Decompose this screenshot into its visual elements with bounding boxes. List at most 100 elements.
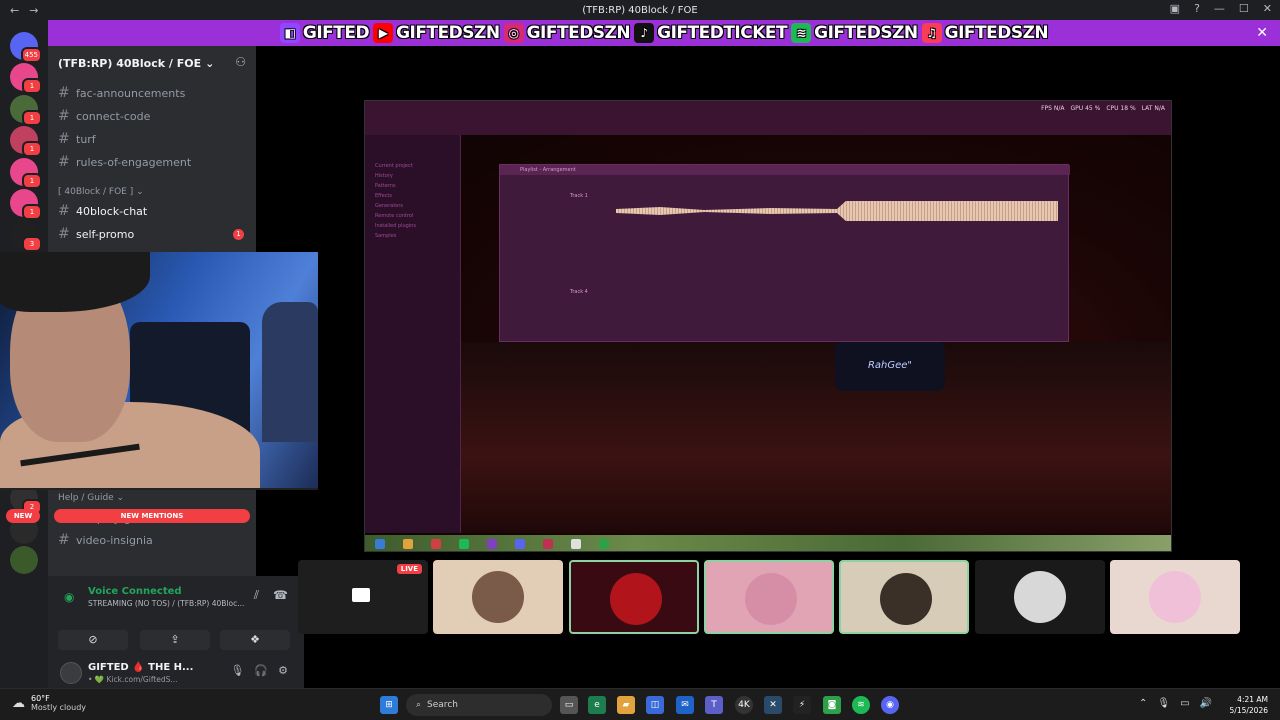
display-icon[interactable]: ▭ — [1180, 698, 1189, 709]
chevron-up-icon[interactable]: ⌃ — [1139, 698, 1147, 709]
game-icon[interactable]: ◙ — [823, 696, 841, 714]
banner-segment[interactable]: ♫ GIFTEDSZN — [921, 23, 1049, 43]
task-view-icon[interactable]: ▭ — [560, 696, 578, 714]
weather-widget[interactable]: ☁ 60°F Mostly cloudy — [12, 694, 86, 712]
channel-name: self-promo — [76, 227, 135, 241]
camera-off-button[interactable]: ⊘ — [58, 630, 128, 650]
channel-item[interactable]: # turf — [58, 129, 248, 149]
browser-item[interactable]: Effects — [375, 193, 392, 199]
add-member-icon[interactable]: ⚇ — [235, 55, 246, 69]
browser-item[interactable]: Remote control — [375, 213, 413, 219]
participant-tile[interactable]: LIVE — [298, 560, 428, 634]
daw-stat: LAT N/A — [1141, 105, 1165, 112]
channel-item[interactable]: # video-insignia — [58, 530, 248, 550]
channel-item[interactable]: # fac-announcements — [58, 83, 248, 103]
minimize-button[interactable]: — — [1214, 2, 1225, 15]
avatar — [472, 571, 524, 623]
noise-suppression-icon[interactable]: ⫽ — [254, 588, 259, 603]
banner-segment[interactable]: ◎ GIFTEDSZN — [503, 23, 631, 43]
participant-tile[interactable] — [839, 560, 969, 634]
teams-icon[interactable]: T — [705, 696, 723, 714]
avatar[interactable] — [60, 662, 82, 684]
avatar — [880, 573, 932, 625]
banner-segment[interactable]: ≋ GIFTEDSZN — [791, 23, 918, 43]
channel-item[interactable]: # rules-of-engagement — [58, 152, 248, 172]
browser-item[interactable]: Samples — [375, 233, 396, 239]
server-icon[interactable]: 455 — [10, 32, 42, 63]
browser-item[interactable]: Generators — [375, 203, 403, 209]
browser-item[interactable]: Patterns — [375, 183, 396, 189]
search-box[interactable]: ⌕ Search — [406, 694, 552, 716]
poster-text: RahGee" — [835, 341, 945, 391]
server-icon[interactable]: 1 — [10, 63, 42, 94]
app-icon — [487, 539, 497, 549]
new-pill[interactable]: NEW — [6, 509, 40, 523]
user-name[interactable]: GIFTED 🩸 THE H... — [88, 662, 193, 673]
user-panel: GIFTED 🩸 THE H... • 💚 Kick.com/GiftedS..… — [48, 658, 304, 688]
server-icon[interactable]: 1 — [10, 126, 42, 157]
server-header[interactable]: (TFB:RP) 40Block / FOE ⌄ ⚇ — [48, 46, 256, 80]
banner-segment[interactable]: ◧ GIFTED — [279, 23, 370, 43]
person-hair — [0, 252, 150, 312]
disconnect-icon[interactable]: ☎ — [273, 588, 288, 603]
screen-icon — [352, 588, 370, 602]
server-icon[interactable]: 1 — [10, 95, 42, 126]
browser-item[interactable]: Current project — [375, 163, 413, 169]
voice-status[interactable]: Voice Connected — [88, 586, 182, 597]
browser-item[interactable]: Installed plugins — [375, 223, 416, 229]
weather-temp: 60°F — [31, 694, 50, 703]
channel-item[interactable]: # self-promo 1 — [58, 224, 248, 244]
channel-item[interactable]: # connect-code — [58, 106, 248, 126]
edge-icon[interactable]: e — [588, 696, 606, 714]
daw-stats: FPS N/A GPU 45 % CPU 18 % LAT N/A — [1041, 105, 1165, 112]
start-icon[interactable]: ⊞ — [380, 696, 398, 714]
file-explorer-icon[interactable]: ▰ — [617, 696, 635, 714]
signal-icon[interactable]: ◉ — [64, 590, 74, 604]
discord-icon[interactable]: ◉ — [881, 696, 899, 714]
app-icon — [431, 539, 441, 549]
browser-item[interactable]: History — [375, 173, 393, 179]
clock[interactable]: 4:21 AM 5/15/2026 — [1230, 694, 1268, 716]
microphone-icon[interactable]: 🎙 — [230, 664, 244, 677]
close-window-button[interactable]: ✕ — [1263, 2, 1272, 15]
help-icon[interactable]: ? — [1194, 2, 1200, 15]
tiktok-icon: ♪ — [634, 23, 655, 43]
participant-tile[interactable] — [1110, 560, 1240, 634]
headphones-icon[interactable]: 🎧 — [254, 664, 268, 677]
participant-tile[interactable] — [975, 560, 1105, 634]
shared-screen[interactable]: FPS N/A GPU 45 % CPU 18 % LAT N/A Current p… — [364, 100, 1172, 552]
remote-icon[interactable]: ✕ — [764, 696, 782, 714]
maximize-button[interactable]: ☐ — [1239, 2, 1249, 15]
inbox-icon[interactable]: ▣ — [1170, 2, 1180, 15]
app-icon[interactable]: ⚡ — [793, 696, 811, 714]
spotify-icon[interactable]: ≋ — [852, 696, 870, 714]
participant-tile[interactable] — [569, 560, 699, 634]
cloud-icon: ☁ — [12, 695, 25, 711]
screen-root: ← → (TFB:RP) 40Block / FOE ▣ ? — ☐ ✕ ◧ GI… — [0, 0, 1280, 720]
activities-button[interactable]: ❖ — [220, 630, 290, 650]
apple-music-icon: ♫ — [921, 23, 942, 43]
server-icon[interactable]: 3 — [10, 221, 42, 252]
server-icon[interactable] — [10, 546, 38, 574]
server-icon[interactable]: 1 — [10, 158, 42, 189]
speaker-icon[interactable]: 🔊 — [1200, 698, 1212, 709]
microphone-icon[interactable]: 🎙 — [1157, 698, 1170, 709]
outlook-icon[interactable]: ✉ — [676, 696, 694, 714]
channel-item[interactable]: #40block-chat — [58, 201, 248, 221]
category-label[interactable]: [ 40Block / FOE ] ⌄ — [58, 187, 144, 197]
participant-tile[interactable] — [704, 560, 834, 634]
unread-badge: 1 — [22, 173, 42, 189]
webcam-overlay — [0, 252, 318, 490]
store-icon[interactable]: ◫ — [646, 696, 664, 714]
app-icon — [459, 539, 469, 549]
screen-share-button[interactable]: ⇪ — [140, 630, 210, 650]
banner-segment[interactable]: ♪ GIFTEDTICKET — [634, 23, 788, 43]
video-4k-icon[interactable]: 4K — [735, 696, 753, 714]
gear-icon[interactable]: ⚙ — [278, 664, 288, 677]
new-mentions-button[interactable]: NEW MENTIONS — [54, 509, 250, 523]
category-label[interactable]: Help / Guide ⌄ — [58, 493, 124, 503]
banner-segment[interactable]: ▶ GIFTEDSZN — [373, 23, 500, 43]
server-icon[interactable]: 1 — [10, 189, 42, 220]
participant-tile[interactable] — [433, 560, 563, 634]
banner-close-icon[interactable]: ✕ — [1256, 25, 1268, 41]
